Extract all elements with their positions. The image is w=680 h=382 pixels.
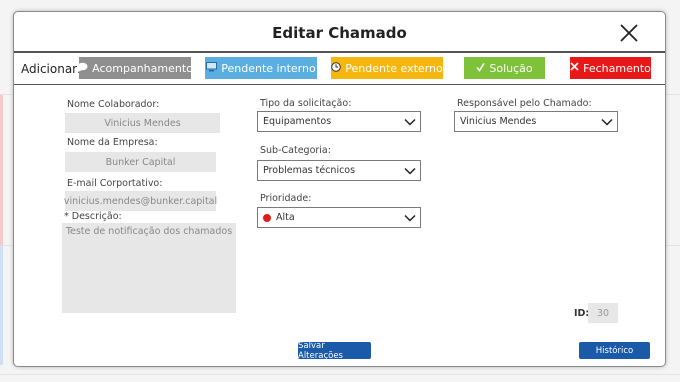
email-label: E-mail Corportativo: xyxy=(67,178,163,189)
collaborator-label: Nome Colaborador: xyxy=(67,99,160,110)
subcategory-label: Sub-Categoria: xyxy=(260,145,331,156)
subcategory-value: Problemas técnicos xyxy=(263,165,356,176)
priority-select[interactable]: Alta xyxy=(257,207,421,228)
close-icon[interactable] xyxy=(618,22,640,44)
save-changes-button[interactable]: Salvar Alterações xyxy=(298,341,371,361)
priority-label: Prioridade: xyxy=(260,193,312,204)
modal-title: Editar Chamado xyxy=(272,24,407,42)
company-label: Nome da Empresa: xyxy=(67,137,158,148)
description-label: * Descrição: xyxy=(64,211,122,222)
responsible-value: Vinicius Mendes xyxy=(460,116,537,127)
add-internal-pending-label: Pendente interno xyxy=(221,61,316,75)
subcategory-select[interactable]: Problemas técnicos xyxy=(257,160,421,181)
chevron-down-icon xyxy=(404,116,416,128)
monitor-icon xyxy=(206,61,218,75)
priority-value: Alta xyxy=(276,212,295,223)
check-icon xyxy=(476,62,486,75)
email-field: vinicius.mendes@bunker.capital xyxy=(64,191,217,211)
add-followup-label: Acompanhamento xyxy=(92,61,193,75)
chevron-down-icon xyxy=(601,116,613,128)
chevron-down-icon xyxy=(404,212,416,224)
add-external-pending-label: Pendente externo xyxy=(345,61,443,75)
backdrop-strip xyxy=(0,245,3,365)
add-solution-button[interactable]: Solução xyxy=(464,57,545,79)
toolbar-divider xyxy=(14,84,665,85)
add-solution-label: Solução xyxy=(489,61,533,75)
add-internal-pending-button[interactable]: Pendente interno xyxy=(205,57,317,79)
chevron-down-icon xyxy=(404,165,416,177)
description-textarea[interactable]: Teste de notificação dos chamados xyxy=(62,223,236,313)
header-divider xyxy=(14,51,665,53)
chat-bubble-icon xyxy=(77,62,88,75)
add-closing-button[interactable]: Fechamento xyxy=(570,57,651,79)
history-button[interactable]: Histórico xyxy=(579,342,650,359)
id-field: 30 xyxy=(588,303,618,323)
add-label: Adicionar: xyxy=(21,62,81,76)
backdrop-divider xyxy=(0,374,680,375)
add-external-pending-button[interactable]: Pendente externo xyxy=(331,57,443,79)
x-icon xyxy=(570,62,579,74)
request-type-value: Equipamentos xyxy=(263,116,332,127)
clock-icon xyxy=(331,61,342,75)
request-type-select[interactable]: Equipamentos xyxy=(257,111,421,132)
add-closing-label: Fechamento xyxy=(583,61,651,75)
priority-dot-icon xyxy=(263,213,271,222)
responsible-label: Responsável pelo Chamado: xyxy=(457,98,592,109)
company-field: Bunker Capital xyxy=(65,152,216,172)
add-followup-button[interactable]: Acompanhamento xyxy=(77,57,193,79)
id-label: ID: xyxy=(574,308,590,319)
responsible-select[interactable]: Vinicius Mendes xyxy=(454,111,618,132)
collaborator-field: Vinicius Mendes xyxy=(65,113,220,133)
backdrop-strip xyxy=(0,95,3,245)
edit-ticket-modal: Editar Chamado Adicionar: Acompanhamento… xyxy=(13,11,666,367)
request-type-label: Tipo da solicitação: xyxy=(260,98,352,109)
